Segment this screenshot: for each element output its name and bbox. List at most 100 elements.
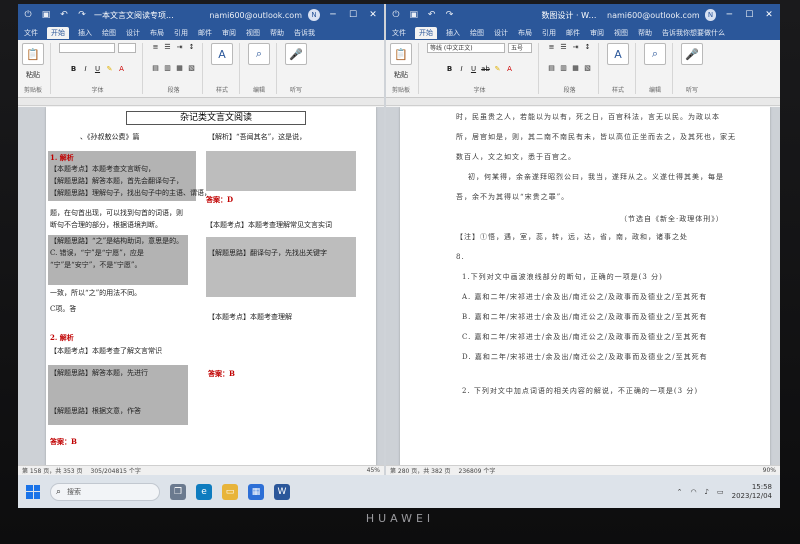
justify-icon[interactable]: ▧: [583, 64, 592, 73]
bullets-icon[interactable]: ≡: [547, 43, 556, 52]
tab-mailings[interactable]: 邮件: [197, 28, 213, 38]
bold-icon[interactable]: B: [445, 65, 454, 74]
avatar[interactable]: N: [308, 9, 320, 21]
tab-design[interactable]: 设计: [493, 28, 509, 38]
find-icon[interactable]: ⌕: [644, 43, 666, 65]
tab-file[interactable]: 文件: [391, 28, 407, 38]
styles-icon[interactable]: A: [211, 43, 233, 65]
tab-layout[interactable]: 布局: [517, 28, 533, 38]
account-name[interactable]: nami600@outlook.com: [607, 11, 699, 20]
redo-icon[interactable]: ↷: [444, 10, 456, 20]
tab-help[interactable]: 帮助: [269, 28, 285, 38]
tab-help[interactable]: 帮助: [637, 28, 653, 38]
zoom-level[interactable]: 90%: [763, 467, 776, 474]
save-icon[interactable]: ▣: [408, 10, 420, 20]
tab-references[interactable]: 引用: [173, 28, 189, 38]
font-size-box[interactable]: 五号: [508, 43, 532, 53]
autosave-icon[interactable]: ⏻: [22, 10, 34, 20]
font-name-box[interactable]: 等线 (中文正文): [427, 43, 505, 53]
tab-draw[interactable]: 绘图: [469, 28, 485, 38]
align-left-icon[interactable]: ▤: [151, 64, 160, 73]
edge-icon[interactable]: e: [196, 483, 212, 500]
maximize-icon[interactable]: ☐: [742, 10, 756, 20]
sort-icon[interactable]: ↕: [583, 43, 592, 52]
tab-file[interactable]: 文件: [23, 28, 39, 38]
close-icon[interactable]: ✕: [366, 10, 380, 20]
tab-design[interactable]: 设计: [125, 28, 141, 38]
word-count[interactable]: 236809 个字: [459, 466, 496, 475]
tell-me-search[interactable]: 告诉我: [293, 28, 316, 38]
styles-icon[interactable]: A: [607, 43, 629, 65]
tab-mailings[interactable]: 邮件: [565, 28, 581, 38]
indent-icon[interactable]: ⇥: [175, 43, 184, 52]
save-icon[interactable]: ▣: [40, 10, 52, 20]
tab-home[interactable]: 开始: [415, 27, 437, 39]
font-color-icon[interactable]: A: [117, 65, 126, 74]
document-canvas[interactable]: 时，民虽贵之人，若能以为以有，死之日，百官科法，言无以民。为政以本 所，居官如是…: [386, 107, 780, 465]
italic-icon[interactable]: I: [457, 65, 466, 74]
paste-icon[interactable]: 📋: [390, 43, 412, 65]
numbering-icon[interactable]: ☰: [163, 43, 172, 52]
tab-view[interactable]: 视图: [613, 28, 629, 38]
document-page[interactable]: 时，民虽贵之人，若能以为以有，死之日，百官科法，言无以民。为政以本 所，居官如是…: [400, 107, 770, 465]
highlight-icon[interactable]: ✎: [105, 65, 114, 74]
start-icon[interactable]: [26, 484, 40, 499]
tab-home[interactable]: 开始: [47, 27, 69, 39]
store-icon[interactable]: ▦: [248, 483, 264, 500]
align-left-icon[interactable]: ▤: [547, 64, 556, 73]
justify-icon[interactable]: ▧: [187, 64, 196, 73]
page-count[interactable]: 第 158 页，共 353 页: [22, 466, 83, 475]
chevron-up-icon[interactable]: ⌃: [677, 488, 683, 496]
undo-icon[interactable]: ↶: [426, 10, 438, 20]
bullets-icon[interactable]: ≡: [151, 43, 160, 52]
tab-references[interactable]: 引用: [541, 28, 557, 38]
tab-insert[interactable]: 插入: [77, 28, 93, 38]
volume-icon[interactable]: ♪: [705, 488, 709, 496]
horizontal-ruler[interactable]: [386, 98, 780, 106]
battery-icon[interactable]: ▭: [717, 488, 724, 496]
tab-insert[interactable]: 插入: [445, 28, 461, 38]
align-center-icon[interactable]: ▥: [559, 64, 568, 73]
clock[interactable]: 15:58 2023/12/04: [732, 483, 772, 501]
sort-icon[interactable]: ↕: [187, 43, 196, 52]
maximize-icon[interactable]: ☐: [346, 10, 360, 20]
undo-icon[interactable]: ↶: [58, 10, 70, 20]
numbering-icon[interactable]: ☰: [559, 43, 568, 52]
file-explorer-icon[interactable]: ▭: [222, 483, 238, 500]
underline-icon[interactable]: U: [469, 65, 478, 74]
word-app-icon[interactable]: W: [274, 483, 290, 500]
tab-draw[interactable]: 绘图: [101, 28, 117, 38]
align-right-icon[interactable]: ▦: [175, 64, 184, 73]
font-color-icon[interactable]: A: [505, 65, 514, 74]
page-count[interactable]: 第 280 页，共 382 页: [390, 466, 451, 475]
word-count[interactable]: 305/204815 个字: [91, 466, 141, 475]
close-icon[interactable]: ✕: [762, 10, 776, 20]
font-name-box[interactable]: [59, 43, 115, 53]
minimize-icon[interactable]: ─: [722, 10, 736, 20]
taskbar-search[interactable]: 搜索: [50, 482, 160, 501]
underline-icon[interactable]: U: [93, 65, 102, 74]
dictate-icon[interactable]: 🎤: [681, 43, 703, 65]
tell-me-search[interactable]: 告诉我你想要做什么: [661, 28, 726, 38]
horizontal-ruler[interactable]: [18, 98, 384, 106]
font-size-box[interactable]: [118, 43, 136, 53]
document-canvas[interactable]: 杂记类文言文阅读 、《孙叔敖公费》篇 【解析】“吾闻其名”，这是说， 1. 解析…: [18, 107, 384, 465]
account-name[interactable]: nami600@outlook.com: [209, 11, 302, 20]
document-page[interactable]: 杂记类文言文阅读 、《孙叔敖公费》篇 【解析】“吾闻其名”，这是说， 1. 解析…: [46, 107, 376, 465]
italic-icon[interactable]: I: [81, 65, 90, 74]
strikethrough-icon[interactable]: ab: [481, 65, 490, 74]
avatar[interactable]: N: [704, 9, 717, 21]
task-view-icon[interactable]: ❐: [170, 483, 186, 500]
wifi-icon[interactable]: ◠: [690, 488, 696, 496]
bold-icon[interactable]: B: [69, 65, 78, 74]
autosave-icon[interactable]: ⏻: [390, 10, 402, 20]
highlight-icon[interactable]: ✎: [493, 65, 502, 74]
paste-icon[interactable]: 📋: [22, 43, 44, 65]
find-icon[interactable]: ⌕: [248, 43, 270, 65]
zoom-level[interactable]: 45%: [367, 467, 380, 474]
tab-view[interactable]: 视图: [245, 28, 261, 38]
align-right-icon[interactable]: ▦: [571, 64, 580, 73]
indent-icon[interactable]: ⇥: [571, 43, 580, 52]
tab-review[interactable]: 审阅: [589, 28, 605, 38]
redo-icon[interactable]: ↷: [76, 10, 88, 20]
